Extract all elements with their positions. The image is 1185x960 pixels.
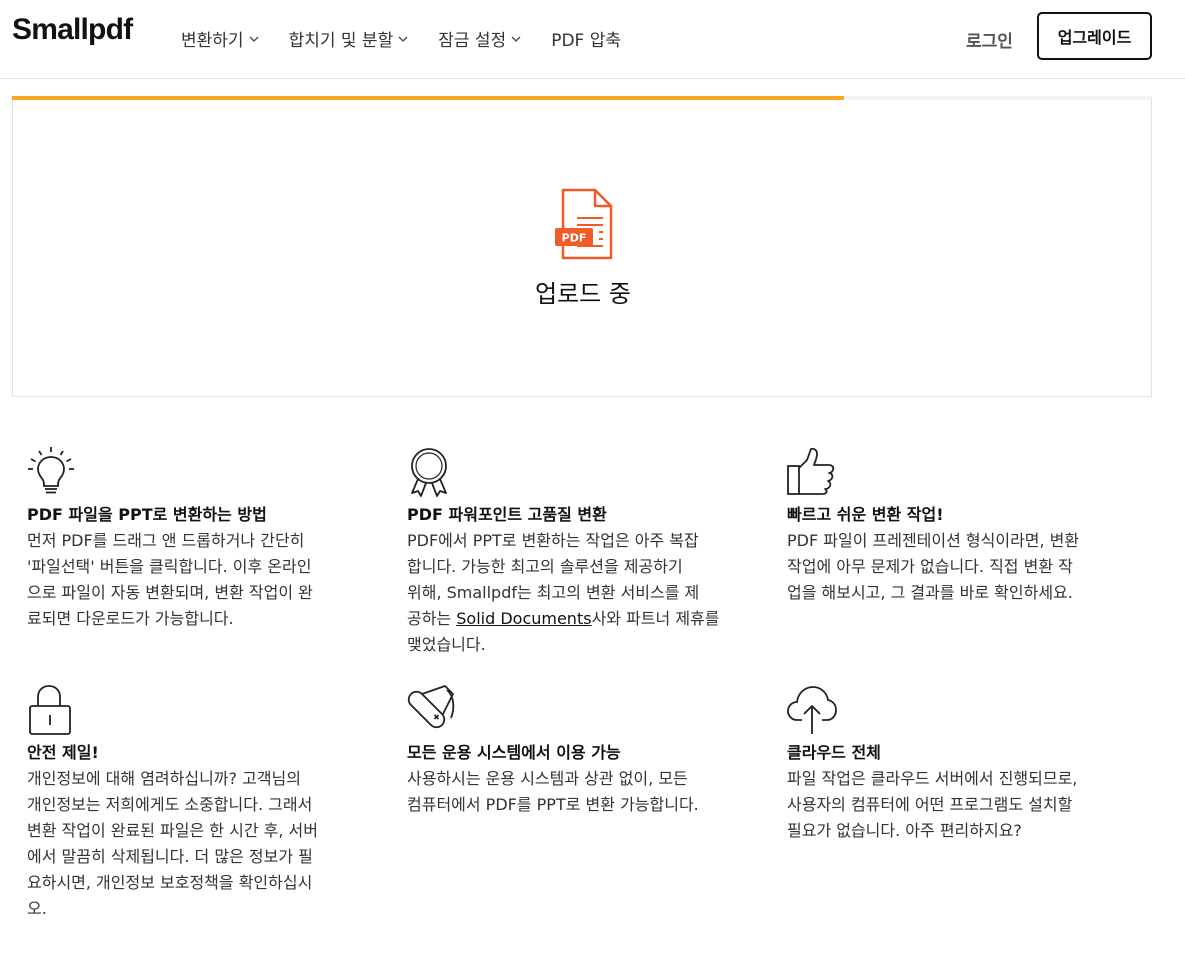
cloud-upload-icon: [787, 686, 837, 734]
feature-description: 사용하시는 운용 시스템과 상관 없이, 모든 컴퓨터에서 PDF를 PPT로 …: [407, 769, 699, 814]
feature-title: 안전 제일!: [27, 743, 99, 762]
pdf-file-icon: PDF: [555, 188, 613, 260]
upload-progress-fill: [12, 96, 845, 100]
nav-lock[interactable]: 잠금 설정: [438, 26, 521, 51]
feature-security: 안전 제일! 개인정보에 대해 염려하십니까? 고객님의 개인정보는 저희에게도…: [27, 684, 377, 922]
upload-progress-bar: [12, 96, 1152, 100]
pdf-badge-label: PDF: [562, 232, 587, 245]
feature-description: 개인정보에 대해 염려하십니까? 고객님의 개인정보는 저희에게도 소중합니다.…: [27, 769, 318, 918]
feature-quality: PDF 파워포인트 고품질 변환 PDF에서 PPT로 변환하는 작업은 아주 …: [407, 446, 757, 658]
feature-description: PDF에서 PPT로 변환하는 작업은 아주 복잡 합니다. 가능한 최고의 솔…: [407, 531, 720, 654]
feature-description: 파일 작업은 클라우드 서버에서 진행되므로, 사용자의 컴퓨터에 어떤 프로그…: [787, 769, 1078, 840]
upload-status: 업로드 중: [535, 280, 631, 308]
nav-merge-split-label: 합치기 및 분할: [288, 31, 394, 51]
chevron-down-icon: [249, 36, 259, 42]
feature-description: 먼저 PDF를 드래그 앤 드롭하거나 간단히 '파일선택' 버튼을 클릭합니다…: [27, 531, 313, 628]
upload-dropzone: PDF 업로드 중: [12, 96, 1152, 397]
thumbs-up-icon: [787, 447, 835, 495]
award-ribbon-icon: [411, 448, 447, 497]
nav-convert-label: 변환하기: [181, 31, 244, 51]
chevron-down-icon: [511, 36, 521, 42]
swiss-knife-icon: [407, 685, 455, 729]
feature-cloud: 클라우드 전체 파일 작업은 클라우드 서버에서 진행되므로, 사용자의 컴퓨터…: [787, 684, 1137, 844]
feature-how-to: PDF 파일을 PPT로 변환하는 방법 먼저 PDF를 드래그 앤 드롭하거나…: [27, 446, 377, 632]
feature-title: 모든 운용 시스템에서 이용 가능: [407, 743, 621, 762]
nav-lock-label: 잠금 설정: [438, 31, 507, 51]
feature-description: PDF 파일이 프레젠테이션 형식이라면, 변환 작업에 아무 문제가 없습니다…: [787, 531, 1080, 602]
nav-compress-label: PDF 압축: [551, 31, 621, 51]
upgrade-button[interactable]: 업그레이드: [1037, 12, 1152, 60]
padlock-icon: [29, 685, 71, 735]
feature-title: PDF 파일을 PPT로 변환하는 방법: [27, 505, 267, 524]
smallpdf-logo[interactable]: Smallpdf: [12, 13, 133, 47]
login-link[interactable]: 로그인: [966, 27, 1013, 52]
nav-convert[interactable]: 변환하기: [181, 26, 259, 51]
feature-fast: 빠르고 쉬운 변환 작업! PDF 파일이 프레젠테이션 형식이라면, 변환 작…: [787, 446, 1137, 606]
main-nav: 변환하기 합치기 및 분할 잠금 설정 PDF 압축: [181, 26, 651, 51]
lightbulb-icon: [28, 447, 74, 494]
nav-merge-split[interactable]: 합치기 및 분할: [289, 26, 409, 51]
chevron-down-icon: [398, 36, 408, 42]
top-navbar: Smallpdf 변환하기 합치기 및 분할 잠금 설정 PDF 압축 로그인 …: [0, 0, 1185, 79]
feature-title: 빠르고 쉬운 변환 작업!: [787, 505, 944, 524]
solid-documents-link[interactable]: Solid Documents: [456, 609, 591, 628]
feature-title: 클라우드 전체: [787, 743, 881, 762]
nav-compress[interactable]: PDF 압축: [551, 26, 621, 51]
feature-title: PDF 파워포인트 고품질 변환: [407, 505, 607, 524]
feature-all-systems: 모든 운용 시스템에서 이용 가능 사용하시는 운용 시스템과 상관 없이, 모…: [407, 684, 757, 818]
